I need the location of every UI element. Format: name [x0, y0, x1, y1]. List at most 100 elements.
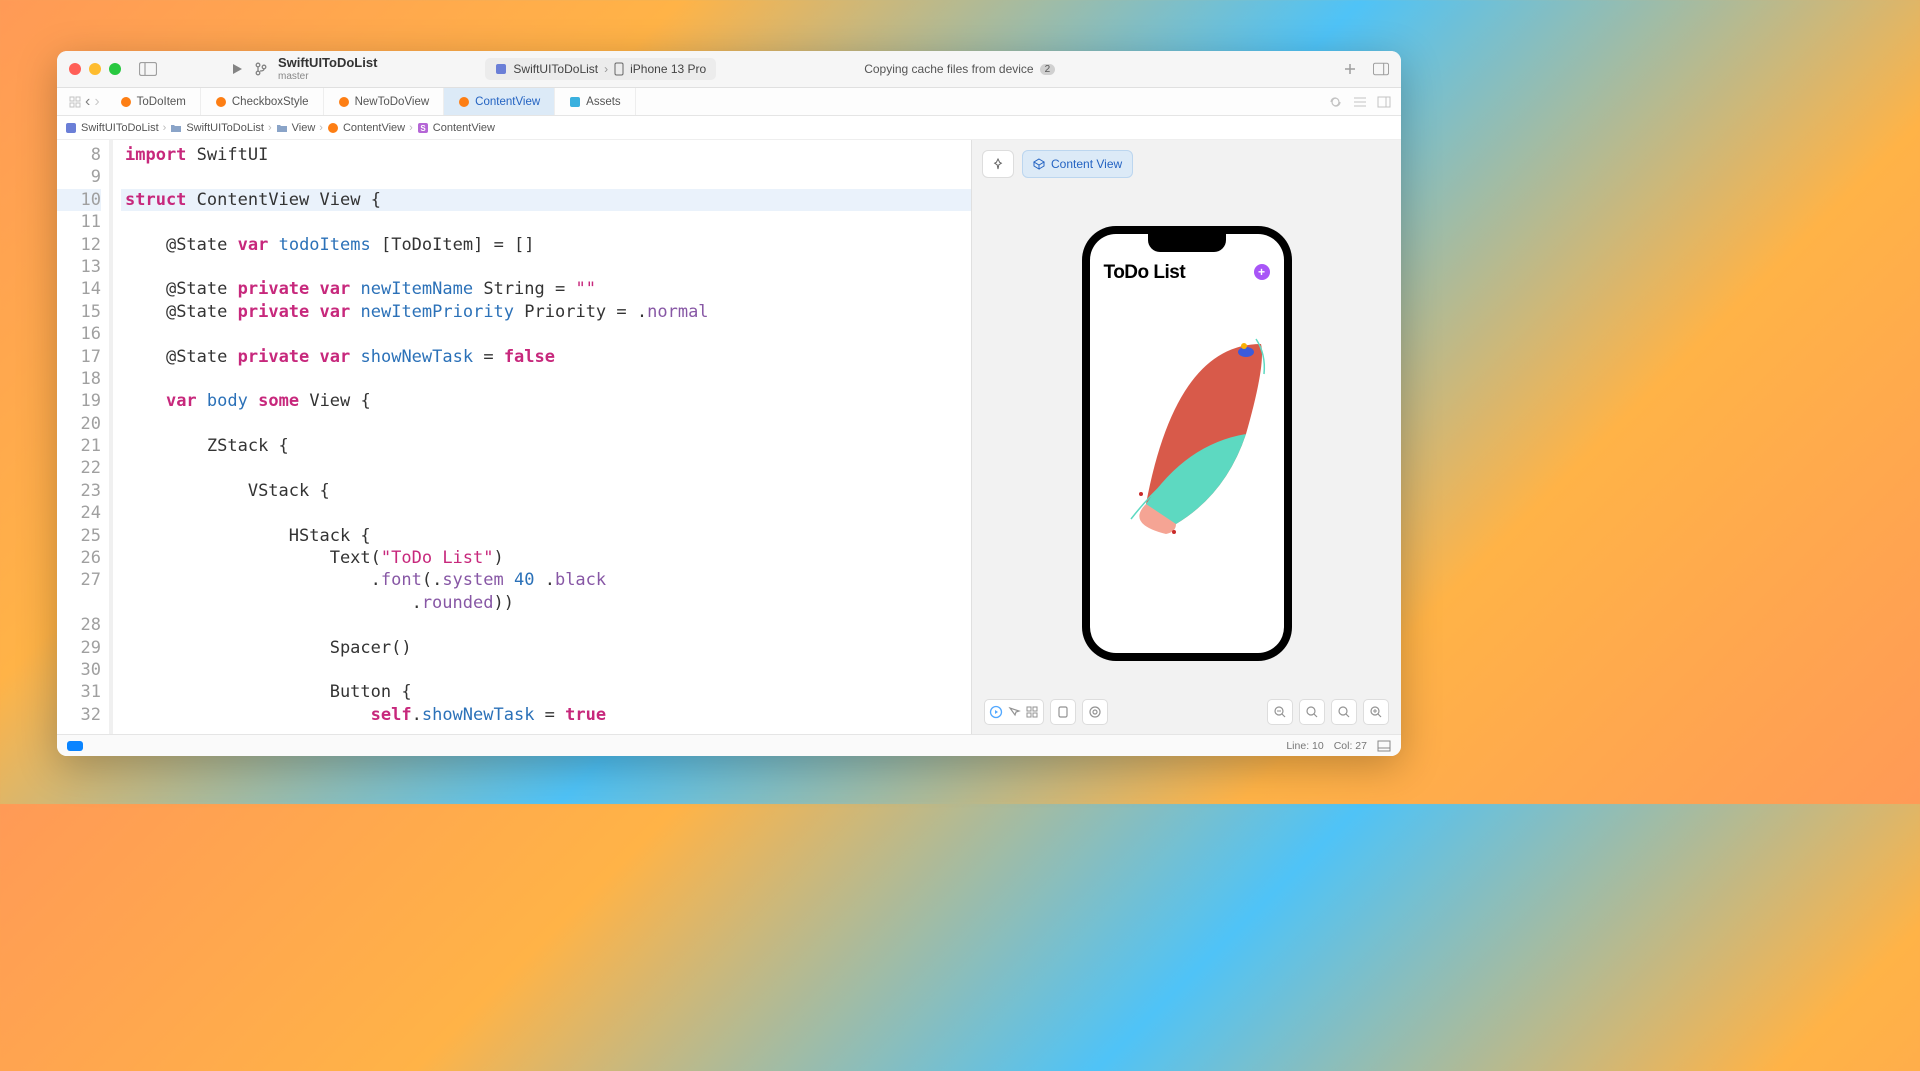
- preview-pane: Content View ToDo List +: [971, 140, 1401, 734]
- grid-icon[interactable]: [69, 96, 81, 108]
- main-area: 8910111213141516171819202122232425262728…: [57, 140, 1401, 734]
- status-bar: Line: 10 Col: 27: [57, 734, 1401, 756]
- code-editor[interactable]: 8910111213141516171819202122232425262728…: [57, 140, 971, 734]
- tab-label: ToDoItem: [137, 96, 186, 108]
- zoom-in-button[interactable]: [1363, 699, 1389, 725]
- app-icon: [65, 122, 77, 134]
- code-content[interactable]: import SwiftUIstruct ContentView View { …: [113, 140, 971, 734]
- swift-icon: [215, 96, 227, 108]
- preview-mode-group[interactable]: [984, 699, 1044, 725]
- breadcrumb-item[interactable]: SwiftUIToDoList: [81, 122, 159, 134]
- forward-button[interactable]: ›: [94, 93, 99, 111]
- swift-icon: [327, 122, 339, 134]
- preview-mode-buttons: [984, 699, 1108, 725]
- project-branch: master: [278, 71, 377, 82]
- tab-label: ContentView: [475, 96, 540, 108]
- assets-icon: [569, 96, 581, 108]
- close-button[interactable]: [69, 63, 81, 75]
- breadcrumb-item[interactable]: SwiftUIToDoList: [186, 122, 264, 134]
- chevron-right-icon: ›: [409, 122, 413, 134]
- chevron-right-icon: ›: [319, 122, 323, 134]
- select-icon: [1007, 705, 1021, 719]
- folder-icon: [170, 122, 182, 134]
- breadcrumb[interactable]: SwiftUIToDoList › SwiftUIToDoList › View…: [57, 116, 1401, 140]
- toolbar-center: SwiftUIToDoList master: [230, 56, 377, 81]
- zoom-out-button[interactable]: [1267, 699, 1293, 725]
- phone-screen: ToDo List +: [1090, 234, 1284, 653]
- maximize-button[interactable]: [109, 63, 121, 75]
- cube-icon: [1033, 158, 1045, 170]
- back-button[interactable]: ‹: [85, 93, 90, 111]
- preview-canvas[interactable]: ToDo List +: [972, 188, 1401, 690]
- phone-notch: [1148, 234, 1226, 252]
- pin-button[interactable]: [982, 150, 1014, 178]
- project-title: SwiftUIToDoList: [278, 56, 377, 70]
- chevron-right-icon: ›: [163, 122, 167, 134]
- zoom-in-icon: [1369, 705, 1383, 719]
- phone-app-title: ToDo List: [1104, 262, 1186, 284]
- branch-icon[interactable]: [254, 62, 268, 76]
- svg-text:S: S: [420, 124, 426, 133]
- play-icon: [989, 705, 1003, 719]
- pin-icon: [993, 157, 1003, 171]
- sidebar-toggle-icon[interactable]: [139, 62, 157, 76]
- editor-options-icon[interactable]: [1353, 96, 1367, 108]
- zoom-fit-button[interactable]: [1299, 699, 1325, 725]
- phone-illustration: [1116, 324, 1276, 544]
- build-status[interactable]: Copying cache files from device 2: [864, 62, 1055, 76]
- status-badge: 2: [1040, 64, 1056, 75]
- project-info[interactable]: SwiftUIToDoList master: [278, 56, 377, 81]
- cursor-col: Col: 27: [1334, 740, 1367, 752]
- tab-newtodoview[interactable]: NewToDoView: [324, 88, 445, 115]
- preview-bottom-toolbar: [972, 690, 1401, 734]
- titlebar: SwiftUIToDoList master SwiftUIToDoList ›…: [57, 51, 1401, 88]
- tab-bar: ‹ › ToDoItem CheckboxStyle NewToDoView C…: [57, 88, 1401, 116]
- phone-add-button: +: [1254, 264, 1270, 280]
- split-icon[interactable]: [1377, 96, 1391, 108]
- variants-button[interactable]: [1082, 699, 1108, 725]
- zoom-icon: [1337, 705, 1351, 719]
- tab-contentview[interactable]: ContentView: [444, 88, 555, 115]
- breadcrumb-item[interactable]: ContentView: [433, 122, 495, 134]
- breadcrumb-item[interactable]: View: [292, 122, 316, 134]
- chevron-right-icon: ›: [604, 62, 608, 76]
- tab-label: Assets: [586, 96, 621, 108]
- preview-content-chip[interactable]: Content View: [1022, 150, 1133, 178]
- grid-icon: [1025, 705, 1039, 719]
- filter-icon[interactable]: [67, 741, 83, 751]
- scheme-selector[interactable]: SwiftUIToDoList › iPhone 13 Pro: [485, 58, 716, 80]
- device-icon: [1056, 705, 1070, 719]
- variants-icon: [1088, 705, 1102, 719]
- swift-icon: [338, 96, 350, 108]
- tab-assets[interactable]: Assets: [555, 88, 636, 115]
- run-button[interactable]: [230, 62, 244, 76]
- zoom-out-icon: [1273, 705, 1287, 719]
- cursor-line: Line: 10: [1286, 740, 1323, 752]
- tabbar-right: [1329, 88, 1401, 115]
- preview-toolbar: Content View: [972, 140, 1401, 188]
- device-settings-button[interactable]: [1050, 699, 1076, 725]
- tab-nav: ‹ ›: [63, 88, 106, 115]
- tab-checkboxstyle[interactable]: CheckboxStyle: [201, 88, 324, 115]
- swift-icon: [120, 96, 132, 108]
- chevron-right-icon: ›: [268, 122, 272, 134]
- breadcrumb-item[interactable]: ContentView: [343, 122, 405, 134]
- swift-icon: [458, 96, 470, 108]
- panel-icon[interactable]: [1377, 740, 1391, 752]
- chip-label: Content View: [1051, 157, 1122, 171]
- device-name: iPhone 13 Pro: [630, 62, 706, 76]
- reload-icon[interactable]: [1329, 96, 1343, 108]
- traffic-lights: [69, 63, 121, 75]
- tab-label: CheckboxStyle: [232, 96, 309, 108]
- library-icon[interactable]: [1373, 62, 1389, 76]
- tab-todoitem[interactable]: ToDoItem: [106, 88, 201, 115]
- zoom-actual-button[interactable]: [1331, 699, 1357, 725]
- device-icon: [614, 62, 624, 76]
- tab-label: NewToDoView: [355, 96, 430, 108]
- minimize-button[interactable]: [89, 63, 101, 75]
- folder-icon: [276, 122, 288, 134]
- zoom-buttons: [1267, 699, 1389, 725]
- zoom-icon: [1305, 705, 1319, 719]
- struct-icon: S: [417, 122, 429, 134]
- add-icon[interactable]: [1343, 62, 1357, 76]
